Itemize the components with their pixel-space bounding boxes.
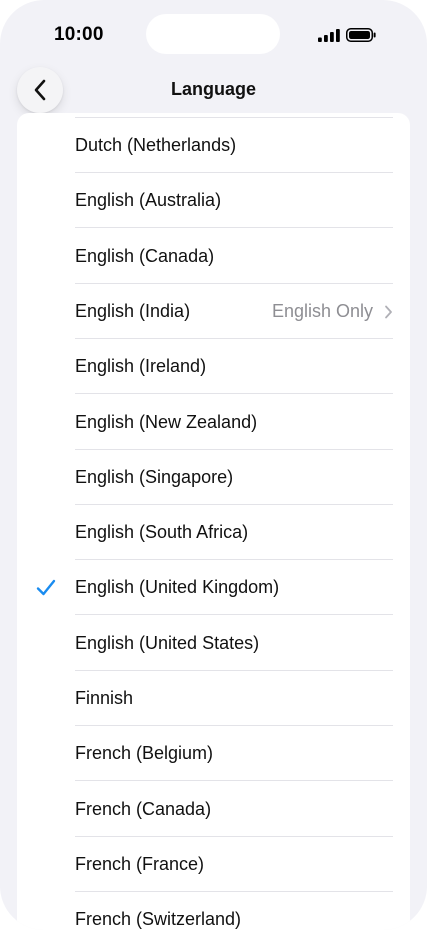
language-label: English (India) xyxy=(75,300,191,321)
navigation-header: Language xyxy=(0,64,427,114)
language-row[interactable]: English (United States) xyxy=(17,616,410,671)
language-row[interactable]: French (France) xyxy=(17,837,410,892)
language-row[interactable]: English (Ireland) xyxy=(17,339,410,395)
checkmark-icon xyxy=(36,580,56,596)
language-row[interactable]: English (New Zealand) xyxy=(17,395,410,450)
battery-icon xyxy=(346,28,376,42)
language-row[interactable]: English (Canada) xyxy=(17,229,410,284)
language-label: English (Canada) xyxy=(75,245,215,266)
language-label: Finnish xyxy=(75,688,134,708)
phone-screen: 10:00 Language Dutch (Netherlands) Englis… xyxy=(0,0,427,930)
language-label: French (Canada) xyxy=(75,798,212,819)
chevron-right-icon xyxy=(385,305,392,319)
language-label: English (United Kingdom) xyxy=(75,577,280,598)
language-row[interactable]: English (Australia) xyxy=(17,173,410,229)
language-row[interactable]: English (Singapore) xyxy=(17,450,410,505)
language-row[interactable]: Dutch (Netherlands) xyxy=(17,118,410,173)
language-label: English (New Zealand) xyxy=(75,411,258,432)
language-row[interactable]: French (Belgium) xyxy=(17,726,410,782)
page-title: Language xyxy=(170,79,256,99)
status-time: 10:00 xyxy=(54,24,104,45)
language-row[interactable]: English (United Kingdom) xyxy=(17,560,410,616)
language-label: English (Ireland) xyxy=(75,356,207,377)
language-detail: English Only xyxy=(271,300,373,321)
language-label: English (South Africa) xyxy=(75,522,249,543)
dynamic-island xyxy=(146,14,280,54)
language-label: English (Australia) xyxy=(75,190,222,211)
language-row[interactable]: English (India) English Only xyxy=(17,284,410,339)
language-row[interactable]: French (Switzerland) xyxy=(17,892,410,930)
language-label: Dutch (Netherlands) xyxy=(75,135,237,155)
language-label: French (Switzerland) xyxy=(75,909,242,930)
status-bar: 10:00 xyxy=(0,0,427,64)
language-label: English (Singapore) xyxy=(75,466,234,487)
language-row[interactable]: English (South Africa) xyxy=(17,505,410,561)
language-label: English (United States) xyxy=(75,632,260,653)
language-list: Dutch (Netherlands) English (Australia) En… xyxy=(17,113,410,930)
language-row[interactable]: Finnish xyxy=(17,671,410,726)
language-label: French (France) xyxy=(75,853,205,874)
language-label: French (Belgium) xyxy=(75,743,214,764)
cellular-signal-icon xyxy=(318,29,340,42)
language-row[interactable]: French (Canada) xyxy=(17,782,410,837)
